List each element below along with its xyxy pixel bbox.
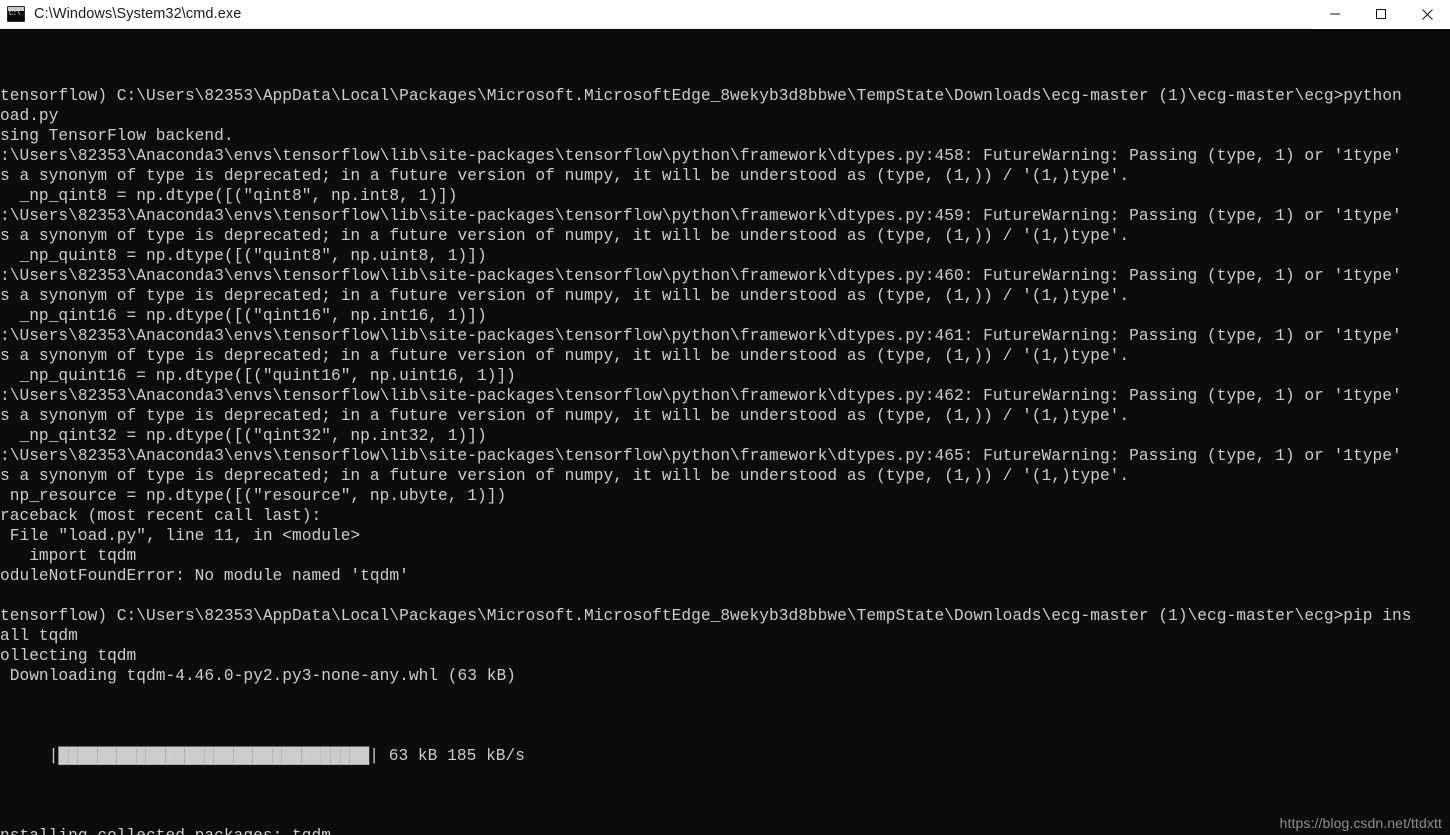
terminal-line: :\Users\82353\Anaconda3\envs\tensorflow\…: [0, 207, 1402, 225]
progress-indent: [0, 746, 49, 766]
progress-left-pipe: |: [48, 747, 59, 765]
terminal-line: _np_qint16 = np.dtype([("qint16", np.int…: [0, 307, 487, 325]
minimize-button[interactable]: [1312, 0, 1358, 29]
terminal-line: s a synonym of type is deprecated; in a …: [0, 467, 1130, 485]
terminal-line: oad.py: [0, 107, 59, 125]
window-title: C:\Windows\System32\cmd.exe: [34, 6, 242, 22]
terminal-line: nstalling collected packages: tqdm: [0, 826, 1450, 835]
terminal-line: tensorflow) C:\Users\82353\AppData\Local…: [0, 87, 1402, 105]
terminal-lines-top: tensorflow) C:\Users\82353\AppData\Local…: [0, 86, 1450, 686]
terminal-line: s a synonym of type is deprecated; in a …: [0, 287, 1130, 305]
terminal-line: s a synonym of type is deprecated; in a …: [0, 167, 1130, 185]
progress-right-pipe: |: [369, 747, 379, 765]
terminal-line: Downloading tqdm-4.46.0-py2.py3-none-any…: [0, 667, 516, 685]
terminal-line: import tqdm: [0, 547, 137, 565]
download-progress-bar: | ████████████████████████████████ | 63 kB…: [0, 746, 1450, 766]
terminal-line: File "load.py", line 11, in <module>: [0, 527, 361, 545]
maximize-button[interactable]: [1358, 0, 1404, 29]
terminal-line: :\Users\82353\Anaconda3\envs\tensorflow\…: [0, 147, 1402, 165]
terminal-line: all tqdm: [0, 627, 78, 645]
console-output-area[interactable]: tensorflow) C:\Users\82353\AppData\Local…: [0, 29, 1450, 835]
terminal-line: _np_quint8 = np.dtype([("quint8", np.uin…: [0, 247, 487, 265]
terminal-line: _np_qint32 = np.dtype([("qint32", np.int…: [0, 427, 487, 445]
close-button[interactable]: [1404, 0, 1450, 29]
progress-fill: ████████████████████████████████: [58, 747, 370, 765]
terminal-line: s a synonym of type is deprecated; in a …: [0, 227, 1130, 245]
terminal-line: :\Users\82353\Anaconda3\envs\tensorflow\…: [0, 327, 1402, 345]
cmd-window: C:\Windows\System32\cmd.exe tensorflow) …: [0, 0, 1450, 835]
terminal-line: ollecting tqdm: [0, 647, 137, 665]
window-controls: [1312, 0, 1450, 29]
terminal-line: raceback (most recent call last):: [0, 507, 322, 525]
terminal-line: np_resource = np.dtype([("resource", np.…: [0, 487, 507, 505]
watermark-text: https://blog.csdn.net/ttdxtt: [1279, 815, 1442, 831]
terminal-line: s a synonym of type is deprecated; in a …: [0, 347, 1130, 365]
terminal-line: :\Users\82353\Anaconda3\envs\tensorflow\…: [0, 447, 1402, 465]
terminal-lines-bottom: nstalling collected packages: tqdmuccess…: [0, 826, 1450, 835]
terminal-line: s a synonym of type is deprecated; in a …: [0, 407, 1130, 425]
progress-stats: 63 kB 185 kB/s: [379, 747, 526, 765]
terminal-line: _np_quint16 = np.dtype([("quint16", np.u…: [0, 367, 516, 385]
terminal-line: _np_qint8 = np.dtype([("qint8", np.int8,…: [0, 187, 458, 205]
title-bar[interactable]: C:\Windows\System32\cmd.exe: [0, 0, 1450, 29]
terminal-line: :\Users\82353\Anaconda3\envs\tensorflow\…: [0, 387, 1402, 405]
terminal-text: tensorflow) C:\Users\82353\AppData\Local…: [0, 46, 1450, 835]
terminal-line: sing TensorFlow backend.: [0, 127, 234, 145]
cmd-icon: [7, 6, 25, 22]
terminal-line: :\Users\82353\Anaconda3\envs\tensorflow\…: [0, 267, 1402, 285]
terminal-line: tensorflow) C:\Users\82353\AppData\Local…: [0, 607, 1412, 625]
terminal-line: oduleNotFoundError: No module named 'tqd…: [0, 567, 409, 585]
